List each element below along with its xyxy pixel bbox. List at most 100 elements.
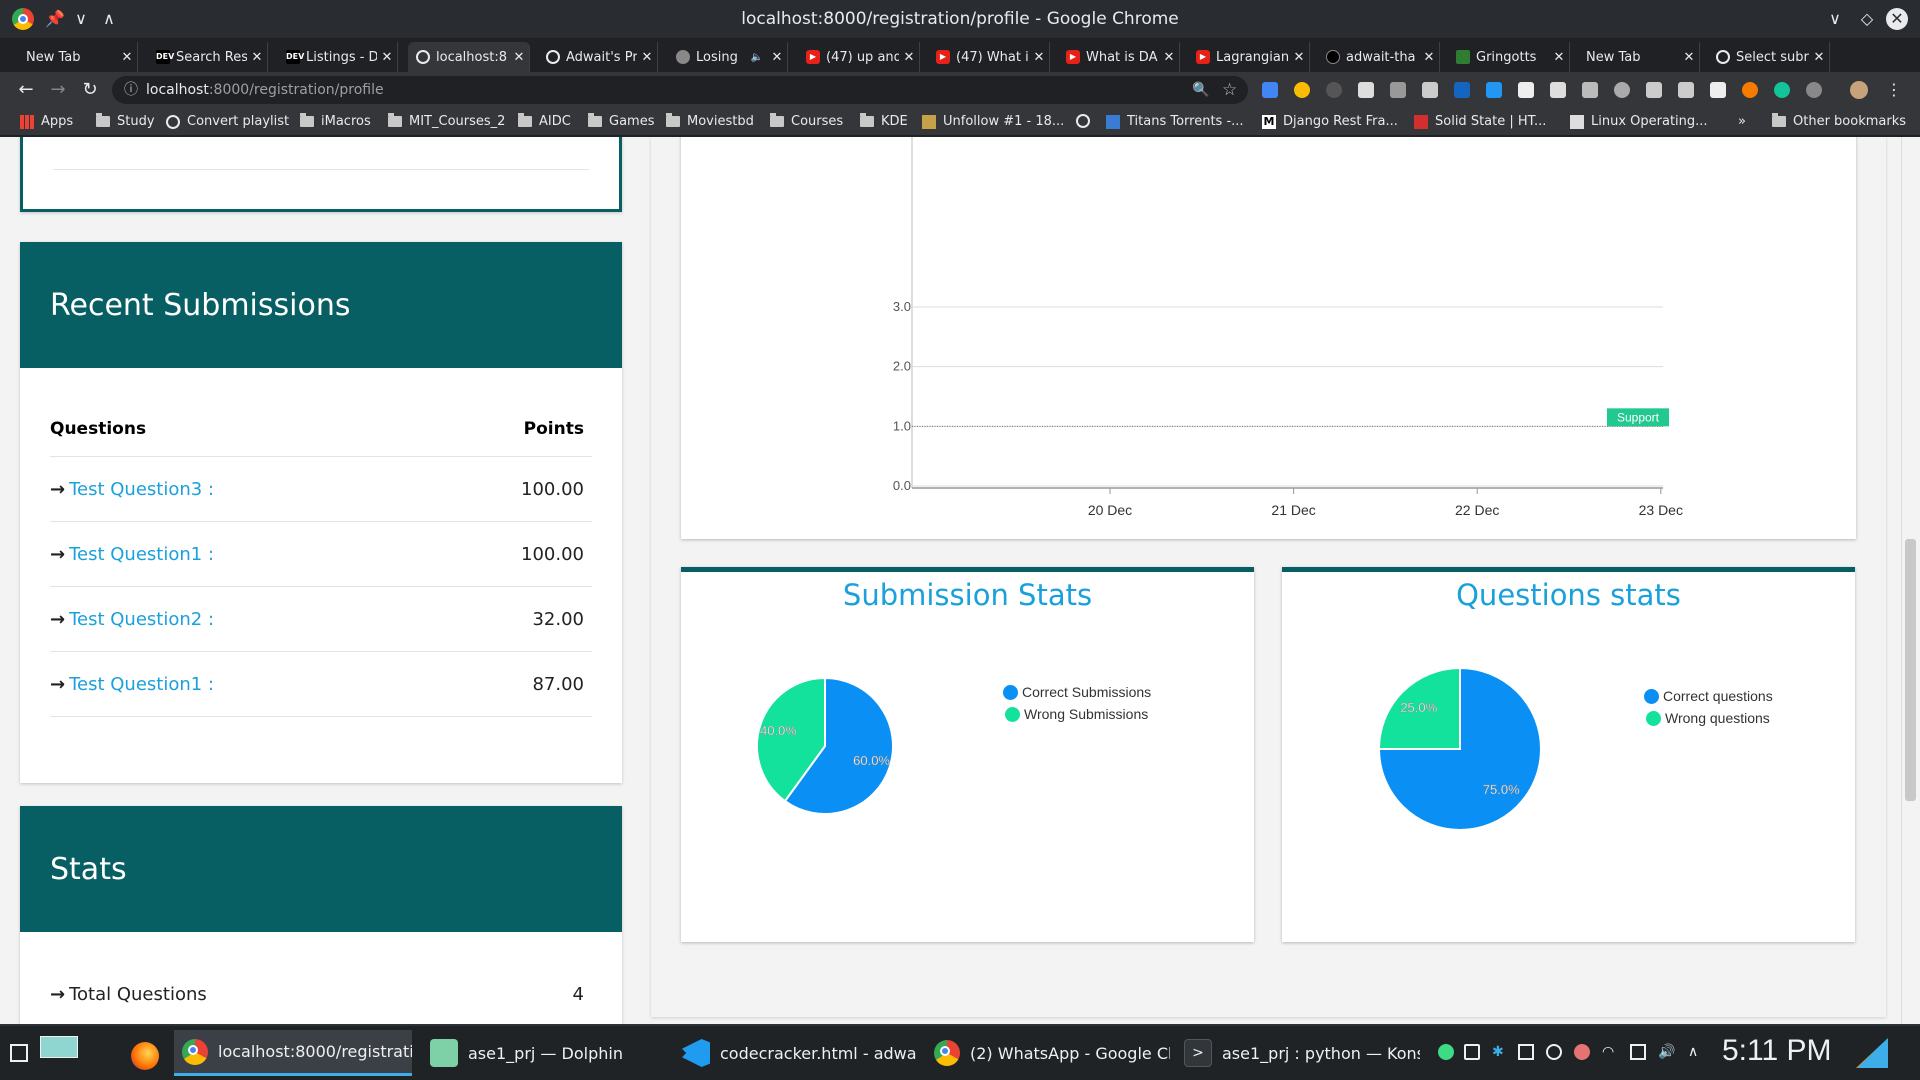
close-tab-icon[interactable]: ✕: [1419, 50, 1439, 65]
close-tab-icon[interactable]: ✕: [637, 50, 657, 65]
bookmark-solid-state[interactable]: Solid State | HT...: [1414, 114, 1546, 129]
notification-icon[interactable]: [1438, 1044, 1454, 1060]
download-icon[interactable]: [1646, 82, 1662, 98]
close-tab-icon[interactable]: ✕: [247, 50, 267, 65]
update-icon[interactable]: [1546, 1044, 1562, 1060]
bookmark-other[interactable]: Other bookmarks: [1772, 113, 1906, 129]
page-scrollbar-thumb[interactable]: [1905, 539, 1916, 801]
chrome-menu-icon[interactable]: ⋮: [1882, 78, 1906, 102]
extension-icon[interactable]: [1678, 82, 1694, 98]
tray-expand-chevron-icon[interactable]: ∧: [1688, 1044, 1704, 1060]
volume-icon[interactable]: 🔊: [1658, 1044, 1675, 1060]
wifi-icon[interactable]: ◠: [1602, 1044, 1618, 1060]
extension-icon[interactable]: [1422, 82, 1438, 98]
translate-extension-icon[interactable]: [1262, 82, 1278, 98]
tab-9[interactable]: ▶ Lagrangian ✕: [1188, 42, 1310, 72]
pager-desktop[interactable]: [40, 1036, 78, 1058]
battery-icon[interactable]: [1464, 1044, 1480, 1060]
question-link[interactable]: Test Question2 :: [69, 609, 214, 630]
tab-13[interactable]: Select subr ✕: [1708, 42, 1830, 72]
device-icon[interactable]: [1630, 1044, 1646, 1060]
close-tab-icon[interactable]: ✕: [899, 50, 919, 65]
bookmark-globe[interactable]: [1076, 114, 1097, 128]
forward-button[interactable]: →: [46, 78, 70, 102]
tab-8[interactable]: ▶ What is DA ✕: [1058, 42, 1180, 72]
tab-0[interactable]: New Tab ✕: [18, 42, 138, 72]
tab-2[interactable]: DEV Listings - D ✕: [278, 42, 398, 72]
maximize-icon[interactable]: ◇: [1856, 8, 1878, 30]
info-icon[interactable]: ⓘ: [124, 76, 138, 104]
close-tab-icon[interactable]: ✕: [509, 50, 529, 65]
profile-avatar[interactable]: [1850, 81, 1868, 99]
legend-correct-submissions[interactable]: Correct Submissions: [1003, 684, 1151, 700]
legend-wrong-questions[interactable]: Wrong questions: [1646, 710, 1770, 726]
tab-11[interactable]: Gringotts ✕: [1448, 42, 1570, 72]
bookmark-django-rest[interactable]: M Django Rest Fra...: [1262, 114, 1398, 129]
minimize-icon[interactable]: ∨: [1824, 8, 1846, 30]
close-tab-icon[interactable]: ✕: [1549, 50, 1569, 65]
tab-10[interactable]: adwait-tha ✕: [1318, 42, 1440, 72]
reload-button[interactable]: ↻: [78, 78, 102, 102]
bookmark-moviestbd[interactable]: Moviestbd: [666, 113, 754, 129]
extension-icon[interactable]: [1358, 82, 1374, 98]
extension-icon[interactable]: [1390, 82, 1406, 98]
legend-wrong-submissions[interactable]: Wrong Submissions: [1005, 706, 1148, 722]
legend-correct-questions[interactable]: Correct questions: [1644, 688, 1773, 704]
bookmark-mit-courses[interactable]: MIT_Courses_2: [388, 113, 505, 129]
task-vscode[interactable]: codecracker.html - adwait-...: [674, 1030, 918, 1076]
close-tab-icon[interactable]: ✕: [1679, 50, 1699, 65]
close-window-icon[interactable]: ✕: [1886, 8, 1908, 30]
tab-12[interactable]: New Tab ✕: [1578, 42, 1700, 72]
bookmark-imacros[interactable]: iMacros: [300, 113, 371, 129]
clipboard-icon[interactable]: [1518, 1044, 1534, 1060]
question-link[interactable]: Test Question1 :: [69, 674, 214, 695]
kdeconnect-icon[interactable]: [1574, 1044, 1590, 1060]
bookmark-star-icon[interactable]: ☆: [1222, 76, 1237, 104]
bookmark-titans-torrents[interactable]: Titans Torrents -...: [1106, 114, 1244, 129]
bookmark-unfollow[interactable]: Unfollow #1 - 18...: [922, 114, 1064, 129]
bookmark-linux-operating[interactable]: Linux Operating...: [1570, 114, 1708, 129]
grammarly-icon[interactable]: [1774, 82, 1790, 98]
extension-icon[interactable]: [1710, 82, 1726, 98]
close-tab-icon[interactable]: ✕: [767, 50, 787, 65]
zoom-icon[interactable]: 🔍: [1192, 76, 1209, 104]
bookmark-study[interactable]: Study: [96, 113, 155, 129]
task-whatsapp-chrome[interactable]: (2) WhatsApp - Google Chr...: [926, 1030, 1170, 1076]
bookmark-courses[interactable]: Courses: [770, 113, 843, 129]
bookmark-aidc[interactable]: AIDC: [518, 113, 571, 129]
tab-6[interactable]: ▶ (47) up and ✕: [798, 42, 920, 72]
extension-icon[interactable]: [1614, 82, 1630, 98]
speaker-icon[interactable]: 🔈: [751, 52, 763, 63]
address-bar[interactable]: ⓘ localhost:8000/registration/profile 🔍 …: [112, 76, 1248, 104]
bluetooth-icon[interactable]: ✱: [1492, 1044, 1508, 1060]
question-link[interactable]: Test Question3 :: [69, 479, 214, 500]
bookmark-games[interactable]: Games: [588, 113, 654, 129]
show-desktop-icon[interactable]: [1856, 1038, 1888, 1068]
task-konsole[interactable]: > ase1_prj : python — Konsole: [1176, 1030, 1420, 1076]
clock[interactable]: 5:11 PM: [1722, 1034, 1832, 1068]
bookmarks-overflow-chevron-icon[interactable]: »: [1738, 114, 1746, 129]
close-tab-icon[interactable]: ✕: [1809, 50, 1829, 65]
tab-3-active[interactable]: localhost:8 ✕: [408, 42, 530, 72]
extension-icon[interactable]: [1550, 82, 1566, 98]
tab-5[interactable]: Losing 🔈 ✕: [668, 42, 788, 72]
extension-icon[interactable]: [1806, 82, 1822, 98]
bookmark-kde[interactable]: KDE: [860, 113, 908, 129]
extension-icon[interactable]: [1518, 82, 1534, 98]
task-dolphin[interactable]: ase1_prj — Dolphin: [422, 1030, 666, 1076]
tab-4[interactable]: Adwait's Pr ✕: [538, 42, 658, 72]
extension-icon[interactable]: [1454, 82, 1470, 98]
extension-icon[interactable]: [1326, 82, 1342, 98]
task-chrome-localhost[interactable]: localhost:8000/registratio...: [174, 1030, 412, 1076]
firefox-icon[interactable]: [131, 1042, 159, 1070]
extension-icon[interactable]: [1294, 82, 1310, 98]
tab-7[interactable]: ▶ (47) What i ✕: [928, 42, 1050, 72]
close-tab-icon[interactable]: ✕: [117, 50, 137, 65]
close-tab-icon[interactable]: ✕: [1029, 50, 1049, 65]
extension-icon[interactable]: [1486, 82, 1502, 98]
close-tab-icon[interactable]: ✕: [1159, 50, 1179, 65]
tab-1[interactable]: DEV Search Res ✕: [148, 42, 268, 72]
application-launcher-icon[interactable]: [10, 1044, 28, 1062]
extension-icon[interactable]: [1742, 82, 1758, 98]
question-link[interactable]: Test Question1 :: [69, 544, 214, 565]
